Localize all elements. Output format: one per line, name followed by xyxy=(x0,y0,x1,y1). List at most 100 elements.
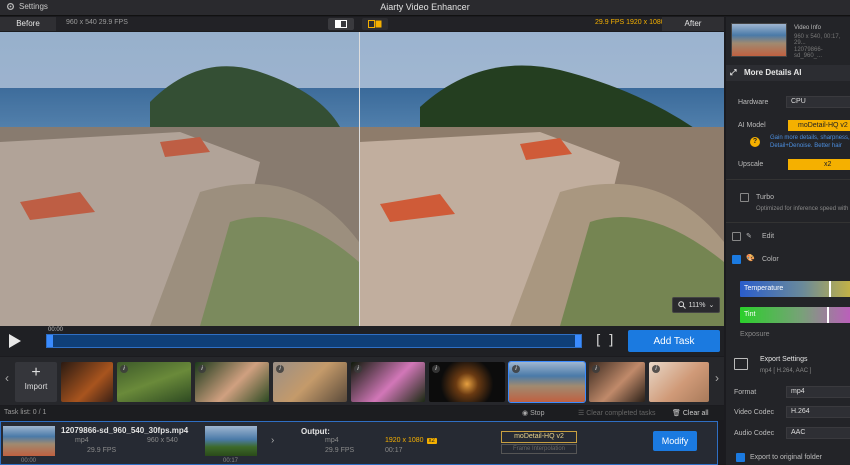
video-codec-select[interactable]: H.264 xyxy=(786,406,850,418)
trim-end-handle[interactable] xyxy=(575,335,581,347)
info-icon[interactable]: i xyxy=(198,365,206,373)
zoom-control[interactable]: 111% ⌄ xyxy=(672,297,720,313)
add-task-button[interactable]: Add Task xyxy=(628,330,720,352)
turbo-checkbox[interactable] xyxy=(740,193,749,202)
info-icon[interactable]: i xyxy=(354,365,362,373)
audio-codec-select[interactable]: AAC xyxy=(786,427,850,439)
media-thumbnail[interactable]: i xyxy=(589,362,645,402)
video-preview[interactable]: 111% ⌄ xyxy=(0,32,724,326)
media-thumbnail[interactable]: i xyxy=(273,362,347,402)
temperature-slider[interactable]: Temperature xyxy=(740,281,850,297)
after-label: After xyxy=(662,17,724,31)
ai-model-select[interactable]: moDetail-HQ v2 xyxy=(788,120,850,131)
media-thumbnail[interactable]: i xyxy=(351,362,425,402)
export-settings: Export Settings mp4 [ H.264, AAC ] Forma… xyxy=(726,352,850,465)
mark-in-button[interactable]: [ xyxy=(594,333,602,349)
mark-out-button[interactable]: ] xyxy=(607,333,615,349)
output-label: Output: xyxy=(301,427,330,436)
expand-icon: ⤢ xyxy=(730,68,737,77)
more-details-section-header[interactable]: ⤢ More Details AI xyxy=(726,65,850,81)
info-icon[interactable]: i xyxy=(592,365,600,373)
import-button[interactable]: + Import xyxy=(15,362,57,402)
export-settings-sub: mp4 [ H.264, AAC ] xyxy=(760,368,812,374)
divider xyxy=(726,222,850,223)
info-icon[interactable]: i xyxy=(120,365,128,373)
scroll-left-icon[interactable]: ‹ xyxy=(2,371,12,391)
export-original-label: Export to original folder xyxy=(750,454,822,461)
media-thumbnail[interactable]: i xyxy=(649,362,709,402)
input-fps: 29.9 FPS xyxy=(87,447,117,454)
media-thumbnail[interactable]: i xyxy=(117,362,191,402)
timeline-track[interactable] xyxy=(46,334,582,348)
task-count: Task list: 0 / 1 xyxy=(4,409,47,416)
task-filename: 12079866-sd_960_540_30fps.mp4 xyxy=(61,426,189,435)
hardware-select[interactable]: CPU xyxy=(786,96,850,108)
scroll-right-icon[interactable]: › xyxy=(712,371,722,391)
video-codec-label: Video Codec xyxy=(734,409,774,416)
section-title: More Details AI xyxy=(744,68,802,77)
upscale-label: Upscale xyxy=(738,161,764,168)
app-title: Aiarty Video Enhancer xyxy=(380,2,470,12)
stop-button[interactable]: ◉ Stop xyxy=(522,409,544,417)
settings-panel: Video Info 960 x 540, 00:17, 29... 12079… xyxy=(726,17,850,465)
edit-checkbox[interactable] xyxy=(732,232,741,241)
split-view-button[interactable] xyxy=(328,18,354,30)
info-icon[interactable]: i xyxy=(652,365,660,373)
side-by-side-button[interactable] xyxy=(362,18,388,30)
chevron-right-icon: › xyxy=(271,435,275,446)
media-thumbnail-selected[interactable]: i xyxy=(508,361,586,403)
preview-image xyxy=(0,32,724,326)
info-icon[interactable]: i xyxy=(432,365,440,373)
after-info: 29.9 FPS 1920 x 1080 xyxy=(595,19,665,26)
tint-slider[interactable]: Tint xyxy=(740,307,850,323)
before-label: Before xyxy=(0,17,56,31)
output-resolution-group: 1920 x 1080 x2 xyxy=(385,437,437,444)
help-icon[interactable]: ? xyxy=(750,137,760,147)
import-label: Import xyxy=(24,382,48,391)
video-info: Video Info 960 x 540, 00:17, 29... 12079… xyxy=(794,25,850,59)
task-row[interactable]: 00:00 12079866-sd_960_540_30fps.mp4 mp4 … xyxy=(0,421,718,465)
input-time-start: 00:00 xyxy=(21,458,37,464)
clear-completed-button[interactable]: ☰ Clear completed tasks xyxy=(578,409,656,417)
video-info-label: Video Info xyxy=(794,25,821,31)
task-model-badge: moDetail-HQ v2 xyxy=(501,431,577,443)
color-label: Color xyxy=(762,256,779,263)
modify-button[interactable]: Modify xyxy=(653,431,697,451)
media-thumbnail[interactable] xyxy=(61,362,113,402)
info-icon[interactable]: i xyxy=(276,365,284,373)
after-frame xyxy=(360,32,724,326)
stop-label: Stop xyxy=(530,410,545,417)
edit-label: Edit xyxy=(762,233,775,240)
format-label: Format xyxy=(734,389,757,396)
play-icon[interactable] xyxy=(8,333,22,349)
audio-codec-label: Audio Codec xyxy=(734,430,775,437)
clear-all-label: Clear all xyxy=(682,410,709,417)
trim-start-handle[interactable] xyxy=(47,335,53,347)
export-settings-icon xyxy=(734,358,748,370)
color-checkbox[interactable] xyxy=(732,255,741,264)
info-icon[interactable]: i xyxy=(512,365,520,373)
export-original-checkbox[interactable] xyxy=(736,453,745,462)
magnifier-icon xyxy=(677,301,686,309)
format-select[interactable]: mp4 xyxy=(786,386,850,398)
output-scale-badge: x2 xyxy=(426,438,437,444)
edit-icon: ✎ xyxy=(746,233,752,240)
exposure-label: Exposure xyxy=(740,331,770,338)
divider xyxy=(726,179,850,180)
before-info: 960 x 540 29.9 FPS xyxy=(66,19,128,26)
input-time-end: 00:17 xyxy=(223,458,239,464)
media-thumbnail[interactable]: i xyxy=(195,362,269,402)
upscale-select[interactable]: x2 xyxy=(788,159,850,170)
clear-all-button[interactable]: 🗑 Clear all xyxy=(672,409,709,417)
frame-interpolation-badge: Frame Interpolation xyxy=(501,444,577,454)
temperature-knob[interactable] xyxy=(828,281,831,297)
output-fps: 29.9 FPS xyxy=(325,447,355,454)
video-info-thumbnail xyxy=(731,23,787,57)
ai-model-label: AI Model xyxy=(738,122,766,129)
clear-completed-label: Clear completed tasks xyxy=(586,410,656,417)
media-thumbnail[interactable]: i xyxy=(429,362,505,402)
turbo-label: Turbo xyxy=(756,194,775,201)
tint-knob[interactable] xyxy=(826,307,829,323)
trash-icon: 🗑 xyxy=(672,410,681,417)
title-bar: Settings Aiarty Video Enhancer xyxy=(0,0,850,16)
